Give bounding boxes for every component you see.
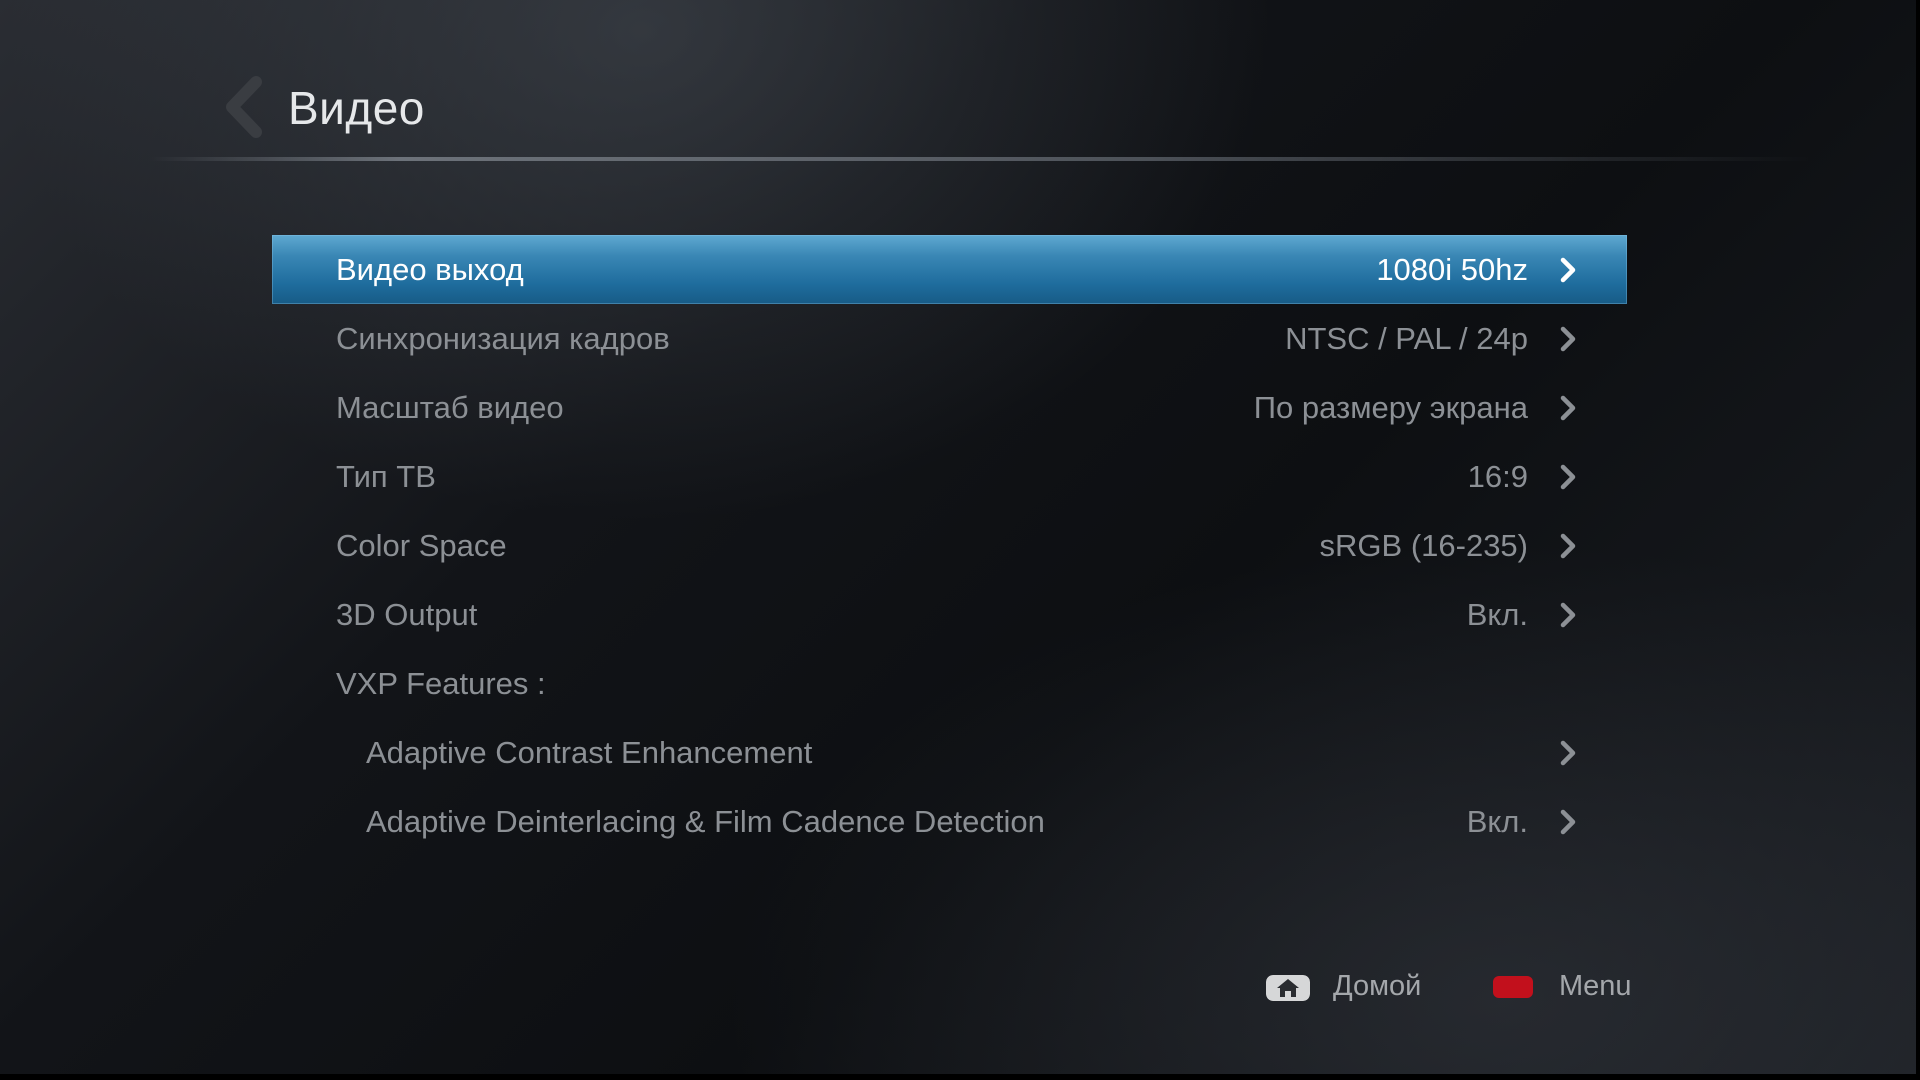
header-divider bbox=[150, 157, 1810, 161]
menu-item-frame-sync[interactable]: Синхронизация кадров NTSC / PAL / 24p bbox=[272, 304, 1627, 373]
chevron-right-icon bbox=[1560, 464, 1576, 490]
menu-item-value: Вкл. bbox=[1466, 803, 1528, 839]
menu-item-video-output[interactable]: Видео выход 1080i 50hz bbox=[272, 235, 1627, 304]
menu-item-value: sRGB (16-235) bbox=[1319, 527, 1528, 563]
chevron-right-icon bbox=[1560, 602, 1576, 628]
menu-item-value: Вкл. bbox=[1466, 596, 1528, 632]
chevron-right-icon bbox=[1560, 809, 1576, 835]
menu-item-adaptive-contrast[interactable]: Adaptive Contrast Enhancement bbox=[272, 718, 1627, 787]
menu-item-adaptive-deinterlacing[interactable]: Adaptive Deinterlacing & Film Cadence De… bbox=[272, 787, 1627, 856]
home-key-icon[interactable] bbox=[1266, 975, 1310, 1001]
menu-item-label: Синхронизация кадров bbox=[336, 320, 670, 356]
chevron-right-icon bbox=[1560, 326, 1576, 352]
back-chevron-icon[interactable] bbox=[222, 76, 266, 138]
menu-item-label: 3D Output bbox=[336, 596, 478, 632]
menu-item-label: Adaptive Contrast Enhancement bbox=[366, 734, 813, 770]
menu-item-color-space[interactable]: Color Space sRGB (16-235) bbox=[272, 511, 1627, 580]
menu-item-value: 1080i 50hz bbox=[1376, 251, 1528, 287]
menu-item-value: По размеру экрана bbox=[1253, 389, 1528, 425]
menu-item-label: Adaptive Deinterlacing & Film Cadence De… bbox=[366, 803, 1045, 839]
menu-section-vxp-features: VXP Features : bbox=[272, 649, 1627, 718]
menu-item-label: Тип ТВ bbox=[336, 458, 436, 494]
page-title: Видео bbox=[288, 82, 425, 134]
chevron-right-icon bbox=[1560, 257, 1576, 283]
home-hint-label: Домой bbox=[1333, 970, 1422, 1002]
chevron-right-icon bbox=[1560, 533, 1576, 559]
section-heading: VXP Features : bbox=[336, 665, 546, 701]
chevron-right-icon bbox=[1560, 395, 1576, 421]
settings-menu: Видео выход 1080i 50hz Синхронизация кад… bbox=[272, 235, 1627, 856]
menu-item-label: Видео выход bbox=[336, 251, 524, 287]
menu-item-label: Масштаб видео bbox=[336, 389, 564, 425]
video-settings-screen: Видео Видео выход 1080i 50hz Синхронизац… bbox=[0, 0, 1920, 1080]
menu-item-value: 16:9 bbox=[1467, 458, 1528, 494]
menu-item-3d-output[interactable]: 3D Output Вкл. bbox=[272, 580, 1627, 649]
chevron-right-icon bbox=[1560, 740, 1576, 766]
menu-hint-label: Menu bbox=[1559, 970, 1632, 1002]
red-key-icon[interactable] bbox=[1493, 976, 1533, 998]
menu-item-video-scale[interactable]: Масштаб видео По размеру экрана bbox=[272, 373, 1627, 442]
menu-item-value: NTSC / PAL / 24p bbox=[1285, 320, 1528, 356]
menu-item-label: Color Space bbox=[336, 527, 507, 563]
menu-item-tv-type[interactable]: Тип ТВ 16:9 bbox=[272, 442, 1627, 511]
